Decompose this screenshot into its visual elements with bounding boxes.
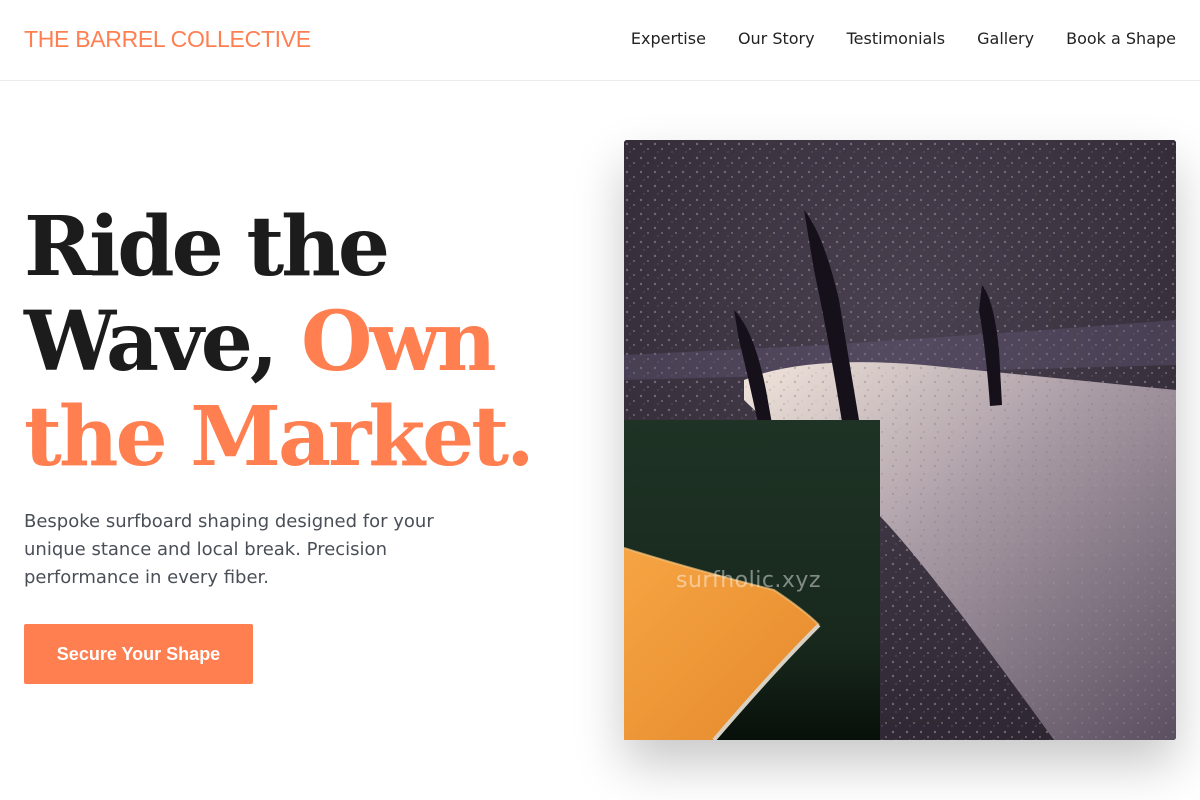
nav-link-our-story[interactable]: Our Story <box>738 29 815 48</box>
nav-link-testimonials[interactable]: Testimonials <box>847 29 946 48</box>
headline-wave: Wave, <box>24 294 278 390</box>
headline-line-1: Ride the <box>24 199 390 295</box>
headline-accent-market: the Market. <box>24 389 535 485</box>
headline-line-2: Wave, Own <box>24 295 584 390</box>
surfboard-nose-photo: surfholic.xyz <box>624 420 880 740</box>
watermark-text: surfholic.xyz <box>676 568 821 593</box>
top-navigation-bar: THE BARREL COLLECTIVE Expertise Our Stor… <box>0 0 1200 81</box>
hero-headline: Ride the Wave, Own the Market. <box>24 200 584 485</box>
main-nav: Expertise Our Story Testimonials Gallery… <box>631 29 1176 48</box>
nav-link-gallery[interactable]: Gallery <box>977 29 1034 48</box>
headline-accent-own: Own <box>301 294 497 390</box>
nav-link-book-a-shape[interactable]: Book a Shape <box>1066 29 1176 48</box>
nav-link-expertise[interactable]: Expertise <box>631 29 706 48</box>
brand-logo[interactable]: THE BARREL COLLECTIVE <box>24 26 311 53</box>
hero-subtitle: Bespoke surfboard shaping designed for y… <box>24 511 434 588</box>
secure-your-shape-button[interactable]: Secure Your Shape <box>24 624 253 684</box>
